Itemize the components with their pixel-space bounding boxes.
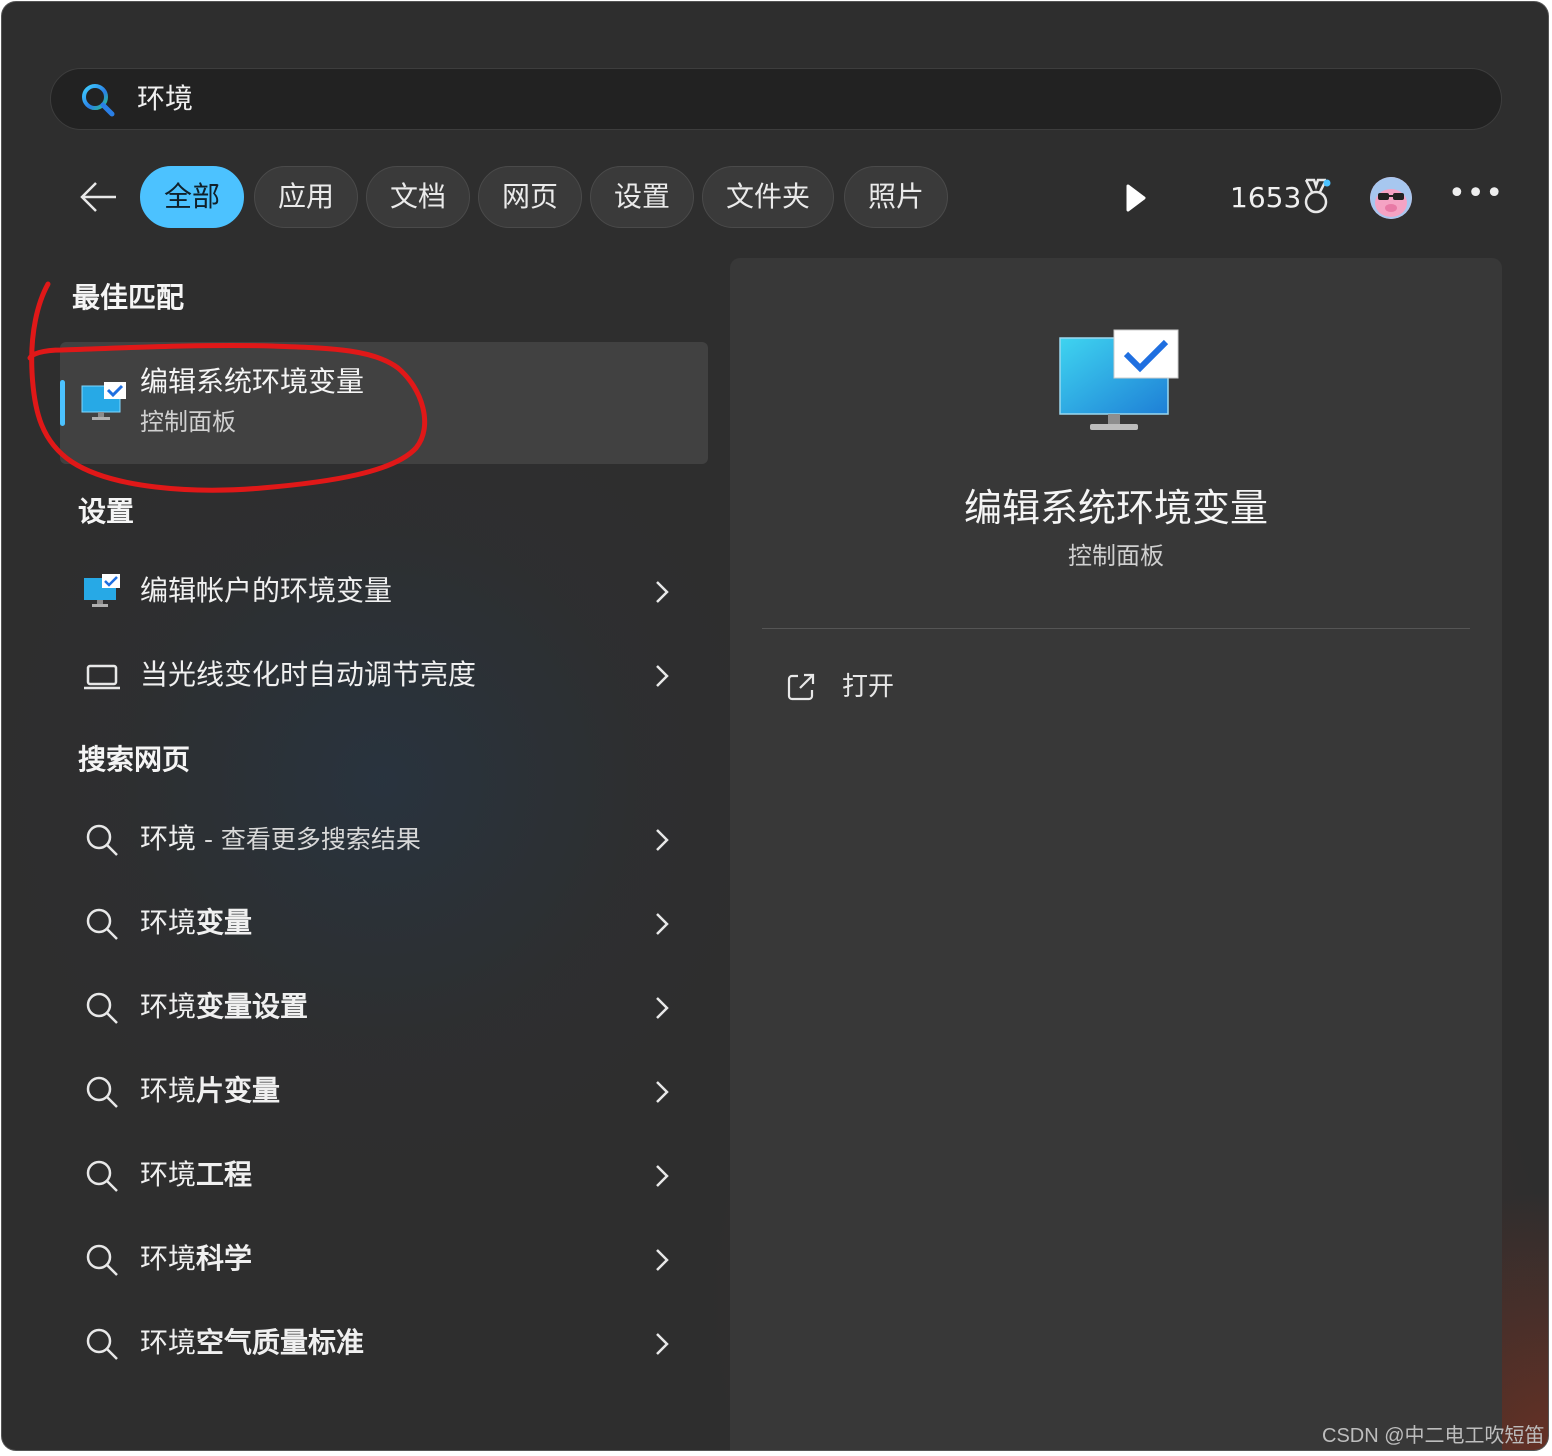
search-icon	[82, 84, 115, 117]
best-match-result[interactable]: 编辑系统环境变量 控制面板	[60, 342, 708, 464]
web-result-suggestion[interactable]: 环境片变量	[60, 1054, 708, 1130]
medal-icon[interactable]	[1298, 178, 1334, 216]
chevron-right-icon	[656, 913, 669, 935]
back-arrow-icon[interactable]	[76, 174, 122, 220]
search-icon	[86, 1244, 118, 1276]
settings-heading: 设置	[78, 495, 135, 528]
suggestion-text: 变量设置	[196, 990, 309, 1023]
play-icon[interactable]	[1120, 182, 1150, 214]
more-options-icon[interactable]: •••	[1448, 179, 1503, 212]
best-match-subtitle: 控制面板	[140, 408, 236, 436]
selection-indicator	[60, 380, 65, 426]
query-text: 环境	[140, 906, 197, 939]
search-icon	[86, 992, 118, 1024]
laptop-icon	[84, 664, 120, 690]
suggestion-text: 科学	[196, 1242, 253, 1275]
chevron-right-icon	[656, 665, 669, 687]
settings-item-edit-account-env[interactable]: 编辑帐户的环境变量	[60, 554, 708, 630]
search-icon	[86, 1076, 118, 1108]
web-result-label: 环境变量设置	[140, 988, 308, 1026]
search-web-heading: 搜索网页	[78, 743, 191, 776]
query-text: 环境	[140, 990, 197, 1023]
chevron-right-icon	[656, 581, 669, 603]
detail-title: 编辑系统环境变量	[963, 486, 1268, 530]
query-text: 环境	[140, 822, 197, 855]
rewards-points: 1653	[1230, 181, 1302, 214]
tab-apps[interactable]: 应用	[254, 166, 358, 228]
chevron-right-icon	[656, 829, 669, 851]
web-result-suggestion[interactable]: 环境变量设置	[60, 970, 708, 1046]
query-text: 环境	[140, 1326, 197, 1359]
tab-folders[interactable]: 文件夹	[702, 166, 834, 228]
best-match-heading: 最佳匹配	[72, 281, 185, 314]
search-box[interactable]: 环境	[50, 68, 1502, 130]
settings-item-label: 编辑帐户的环境变量	[140, 574, 393, 607]
tab-settings[interactable]: 设置	[590, 166, 694, 228]
search-icon	[86, 824, 118, 856]
chevron-right-icon	[656, 1333, 669, 1355]
web-result-suggestion[interactable]: 环境空气质量标准	[60, 1306, 708, 1382]
web-result-suggestion[interactable]: 环境变量	[60, 886, 708, 962]
monitor-check-icon	[1059, 329, 1179, 430]
query-text: 环境	[140, 1158, 197, 1191]
tab-photos[interactable]: 照片	[844, 166, 948, 228]
settings-item-auto-brightness[interactable]: 当光线变化时自动调节亮度	[60, 638, 708, 714]
suggestion-text: 片变量	[196, 1074, 281, 1107]
settings-item-label: 当光线变化时自动调节亮度	[140, 658, 477, 691]
suggestion-text: 变量	[196, 906, 253, 939]
suggestion-text: 工程	[196, 1158, 253, 1191]
search-icon	[86, 908, 118, 940]
search-icon	[86, 1160, 118, 1192]
open-external-icon	[787, 673, 815, 701]
suggestion-text: - 查看更多搜索结果	[196, 825, 421, 854]
web-result-label: 环境空气质量标准	[140, 1324, 364, 1362]
search-window: 环境 全部 应用 文档 网页 设置 文件夹 照片 1653 ••• 最佳匹配 编…	[2, 2, 1548, 1450]
open-action[interactable]: 打开	[776, 662, 1076, 712]
tab-web[interactable]: 网页	[478, 166, 582, 228]
monitor-check-icon	[81, 382, 126, 420]
avatar-image	[1370, 177, 1412, 219]
detail-subtitle: 控制面板	[1068, 542, 1164, 570]
monitor-check-icon	[84, 574, 120, 607]
chevron-right-icon	[656, 1165, 669, 1187]
web-result-label: 环境变量	[140, 904, 252, 942]
search-query[interactable]: 环境	[137, 82, 193, 116]
web-result-suggestion[interactable]: 环境工程	[60, 1138, 708, 1214]
divider	[762, 628, 1470, 629]
query-text: 环境	[140, 1074, 197, 1107]
watermark: CSDN @中二电工吹短笛	[1322, 1425, 1545, 1447]
detail-pane: 编辑系统环境变量 控制面板 打开	[730, 258, 1502, 1450]
query-text: 环境	[140, 1242, 197, 1275]
open-label: 打开	[842, 672, 895, 702]
web-result-label: 环境片变量	[140, 1072, 280, 1110]
web-result-suggestion[interactable]: 环境科学	[60, 1222, 708, 1298]
chevron-right-icon	[656, 1249, 669, 1271]
chevron-right-icon	[656, 997, 669, 1019]
tab-all[interactable]: 全部	[140, 166, 244, 228]
best-match-title: 编辑系统环境变量	[140, 365, 365, 398]
tab-documents[interactable]: 文档	[366, 166, 470, 228]
web-result-label: 环境 - 查看更多搜索结果	[140, 820, 421, 859]
suggestion-text: 空气质量标准	[196, 1326, 365, 1359]
web-result-label: 环境工程	[140, 1156, 252, 1194]
web-result-see-more[interactable]: 环境 - 查看更多搜索结果	[60, 802, 708, 878]
search-icon	[86, 1328, 118, 1360]
chevron-right-icon	[656, 1081, 669, 1103]
avatar[interactable]	[1370, 177, 1412, 219]
web-result-label: 环境科学	[140, 1240, 252, 1278]
